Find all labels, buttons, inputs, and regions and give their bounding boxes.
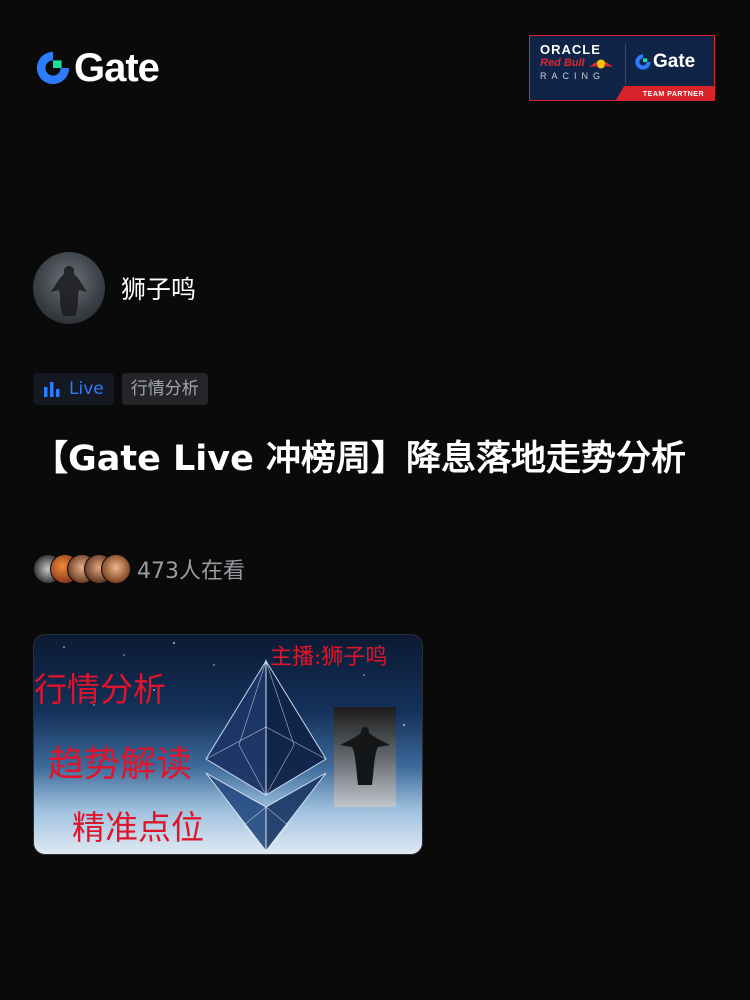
cover-line3: 精准点位 <box>72 808 204 847</box>
gate-logo[interactable]: Gate <box>34 46 160 90</box>
banner-gate-text: Gate <box>653 51 696 72</box>
viewer-avatar <box>101 554 131 584</box>
banner-gate-logo: Gate <box>634 51 695 73</box>
stream-tags: Live 行情分析 <box>33 373 208 405</box>
bar-chart-icon <box>44 382 60 397</box>
cover-host-photo <box>334 707 396 807</box>
stream-cover[interactable]: 行情分析 趋势解读 精准点位 主播:狮子鸣 <box>33 634 423 855</box>
host-avatar[interactable] <box>33 252 105 324</box>
oracle-text: ORACLE <box>540 42 601 57</box>
banner-divider <box>625 44 626 84</box>
host-figure-icon <box>340 727 390 785</box>
viewer-avatars <box>33 552 131 586</box>
live-tag: Live <box>33 373 114 405</box>
racing-text: RACING <box>540 71 606 81</box>
cover-line1: 行情分析 <box>34 670 166 709</box>
viewer-info: 473人在看 <box>33 552 245 586</box>
gate-logo-text: Gate <box>74 46 160 90</box>
team-partner-badge: TEAM PARTNER <box>642 91 704 98</box>
host-info[interactable]: 狮子鸣 <box>33 252 196 324</box>
bulls-icon <box>589 59 613 69</box>
redbull-text: Red Bull <box>540 57 585 69</box>
cover-host-label: 主播:狮子鸣 <box>270 645 388 670</box>
stream-title: 【Gate Live 冲榜周】降息落地走势分析 <box>33 439 687 479</box>
gate-logo-icon <box>635 54 651 70</box>
cover-line2: 趋势解读 <box>48 744 193 785</box>
host-name: 狮子鸣 <box>121 275 197 304</box>
gate-logo-icon <box>36 51 70 85</box>
category-tag[interactable]: 行情分析 <box>121 373 208 405</box>
live-tag-label: Live <box>69 379 104 399</box>
partner-banner[interactable]: ORACLE Red Bull RACING Gate TEAM PARTNER <box>529 35 715 101</box>
avatar-image <box>51 266 87 316</box>
viewer-count: 473人在看 <box>137 559 245 584</box>
